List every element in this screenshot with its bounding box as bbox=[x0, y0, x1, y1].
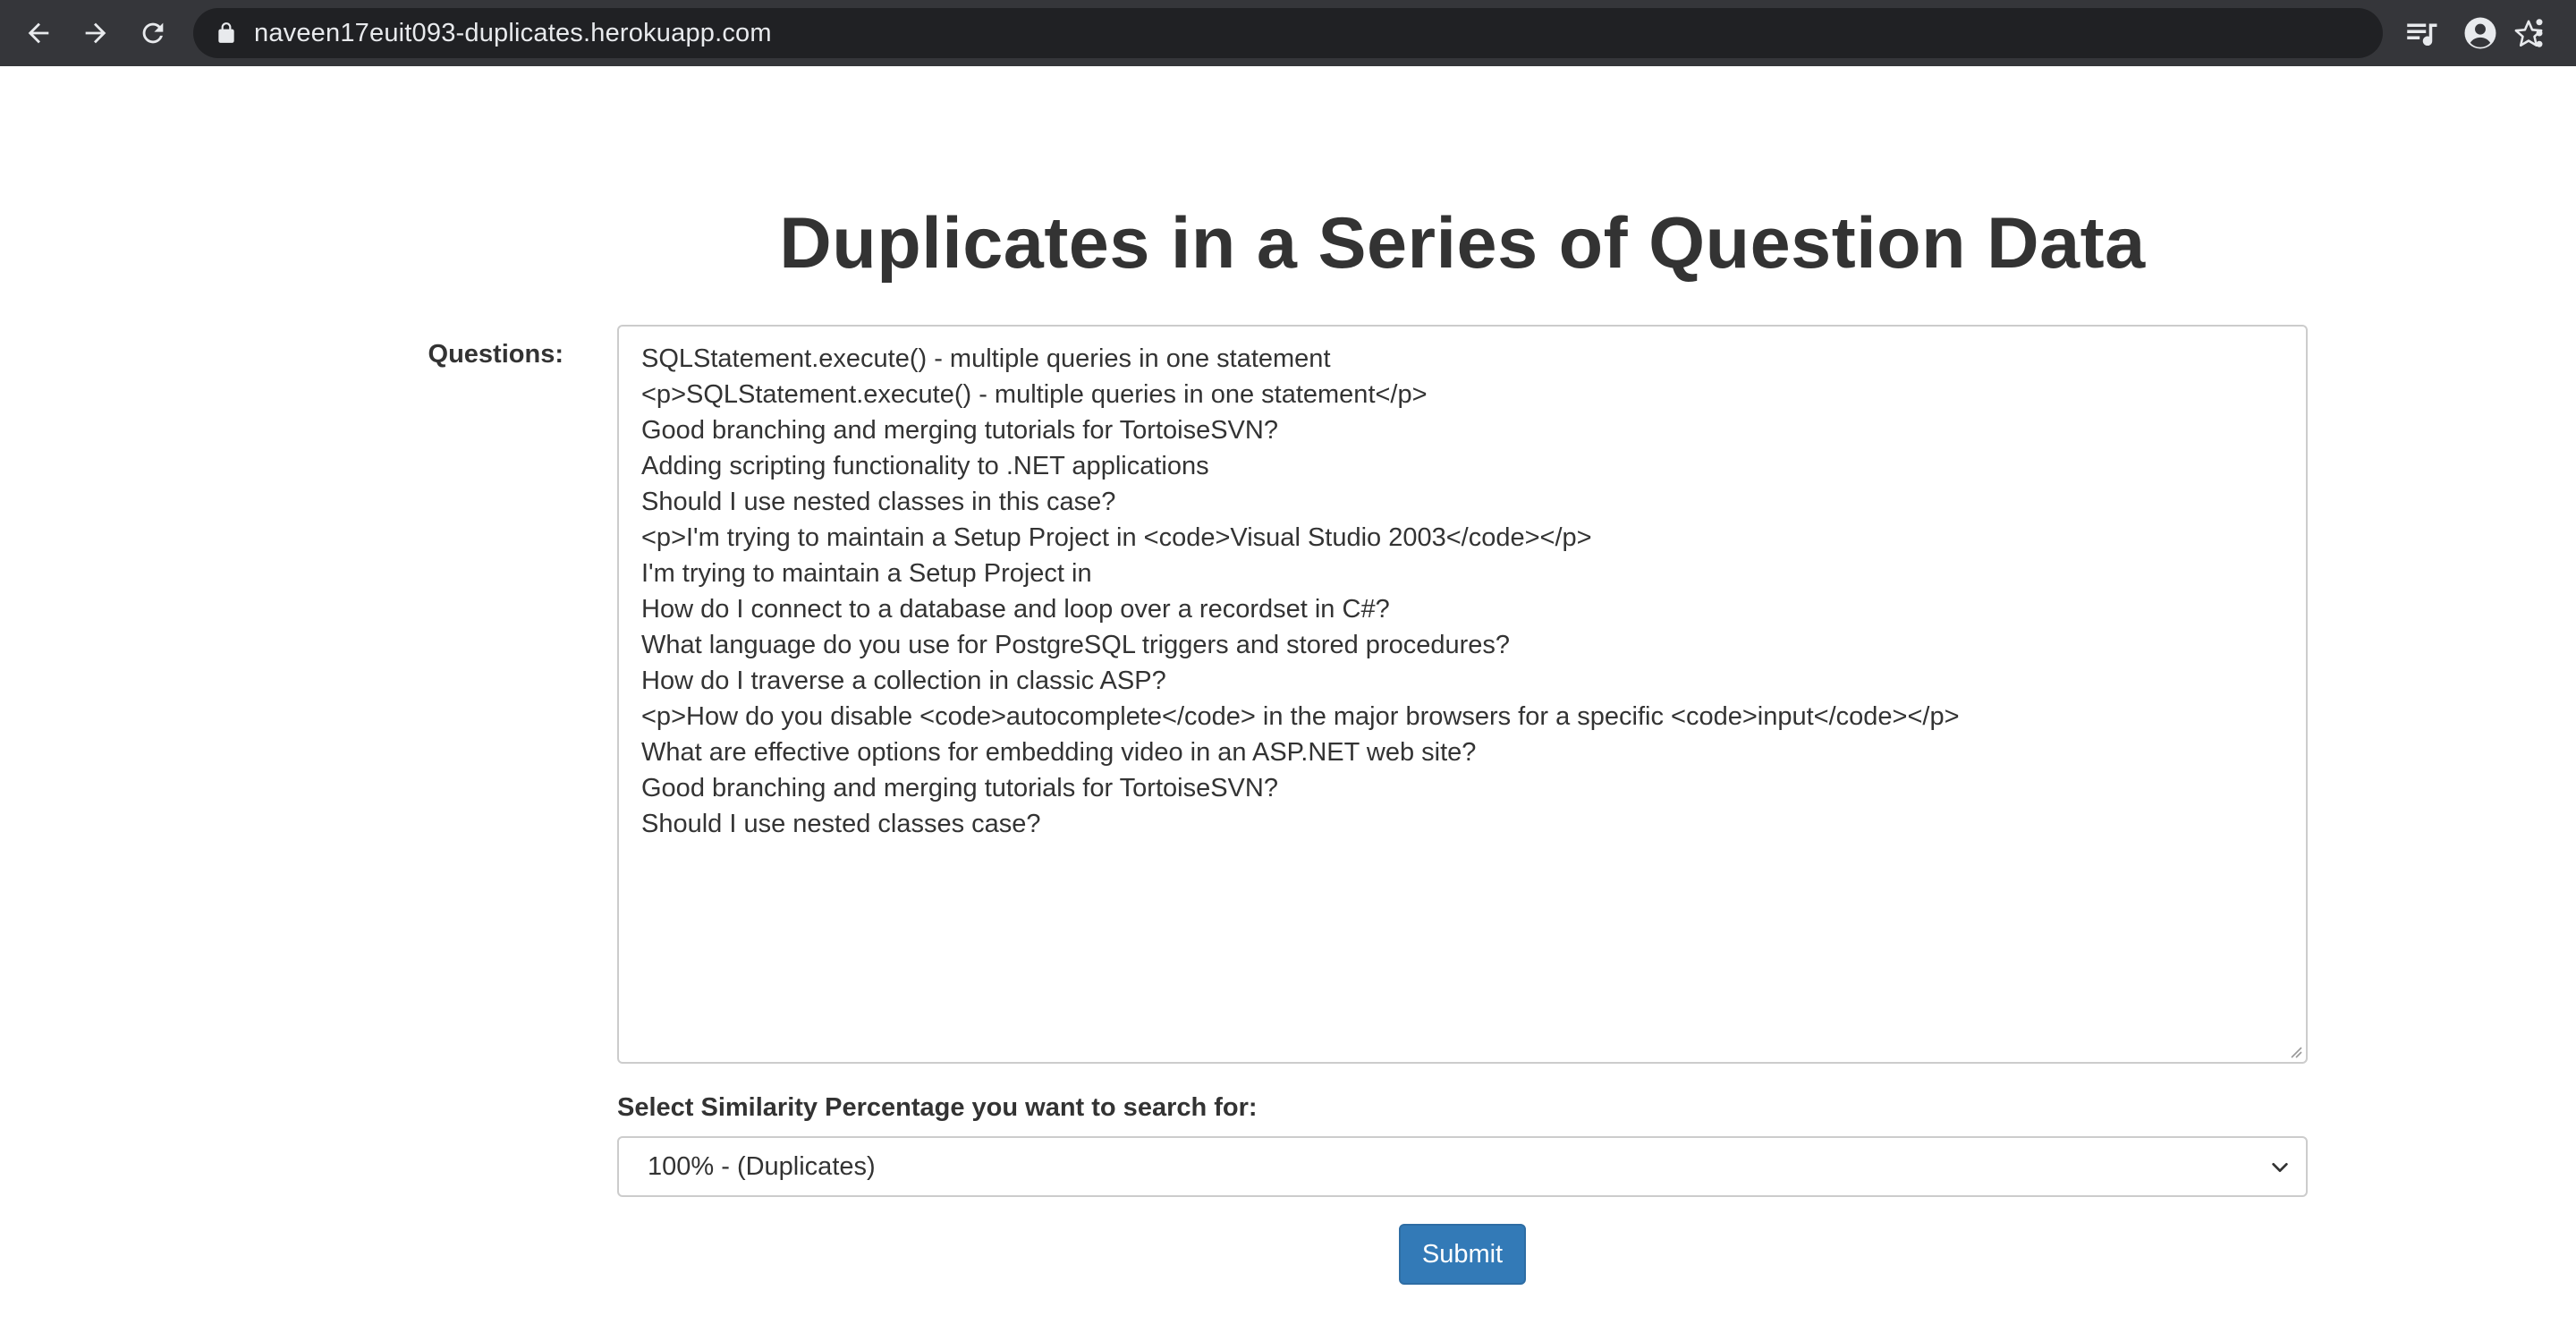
forward-button[interactable] bbox=[75, 13, 116, 54]
question-line: Good branching and merging tutorials for… bbox=[641, 416, 1278, 445]
question-line: I'm trying to maintain a Setup Project i… bbox=[641, 559, 1092, 588]
question-line: SQLStatement.execute() - multiple querie… bbox=[641, 344, 1331, 373]
lock-icon bbox=[218, 22, 234, 43]
question-line: Should I use nested classes case? bbox=[641, 810, 1041, 838]
question-line: How do I traverse a collection in classi… bbox=[641, 666, 1166, 695]
question-line: Adding scripting functionality to .NET a… bbox=[641, 452, 1209, 480]
question-line: <p>SQLStatement.execute() - multiple que… bbox=[641, 380, 1428, 409]
profile-icon[interactable] bbox=[2462, 14, 2499, 52]
question-line: Good branching and merging tutorials for… bbox=[641, 774, 1278, 802]
back-icon bbox=[28, 22, 49, 44]
similarity-select[interactable]: 100% - (Duplicates) bbox=[617, 1136, 2308, 1197]
question-line: How do I connect to a database and loop … bbox=[641, 595, 1390, 624]
url-text[interactable]: naveen17euit093-duplicates.herokuapp.com bbox=[254, 8, 772, 58]
reload-icon bbox=[142, 22, 164, 44]
back-button[interactable] bbox=[18, 13, 59, 54]
similarity-selected-value: 100% - (Duplicates) bbox=[648, 1152, 876, 1181]
similarity-label: Select Similarity Percentage you want to… bbox=[617, 1093, 1258, 1122]
reload-button[interactable] bbox=[132, 13, 174, 54]
chevron-down-icon bbox=[2272, 1162, 2288, 1173]
address-bar[interactable]: naveen17euit093-duplicates.herokuapp.com bbox=[193, 8, 2543, 58]
media-queue-icon[interactable] bbox=[2402, 14, 2440, 52]
questions-textarea[interactable]: SQLStatement.execute() - multiple querie… bbox=[617, 325, 2308, 1064]
page-header: Duplicates in a Series of Question Data bbox=[617, 202, 2308, 285]
questions-label: Questions: bbox=[428, 340, 564, 369]
questions-text: SQLStatement.execute() - multiple querie… bbox=[641, 341, 2284, 842]
resize-grip-icon[interactable] bbox=[2286, 1042, 2302, 1058]
question-line: <p>How do you disable <code>autocomplete… bbox=[641, 702, 1960, 731]
question-line: What language do you use for PostgreSQL … bbox=[641, 631, 1511, 659]
forward-icon bbox=[85, 22, 106, 44]
question-line: <p>I'm trying to maintain a Setup Projec… bbox=[641, 523, 1592, 552]
submit-button[interactable]: Submit bbox=[1399, 1224, 1526, 1285]
question-line: What are effective options for embedding… bbox=[641, 738, 1477, 767]
question-line: Should I use nested classes in this case… bbox=[641, 488, 1116, 516]
more-menu-icon[interactable] bbox=[2521, 14, 2558, 52]
browser-toolbar: naveen17euit093-duplicates.herokuapp.com bbox=[0, 0, 2576, 66]
page-title: Duplicates in a Series of Question Data bbox=[779, 203, 2146, 284]
